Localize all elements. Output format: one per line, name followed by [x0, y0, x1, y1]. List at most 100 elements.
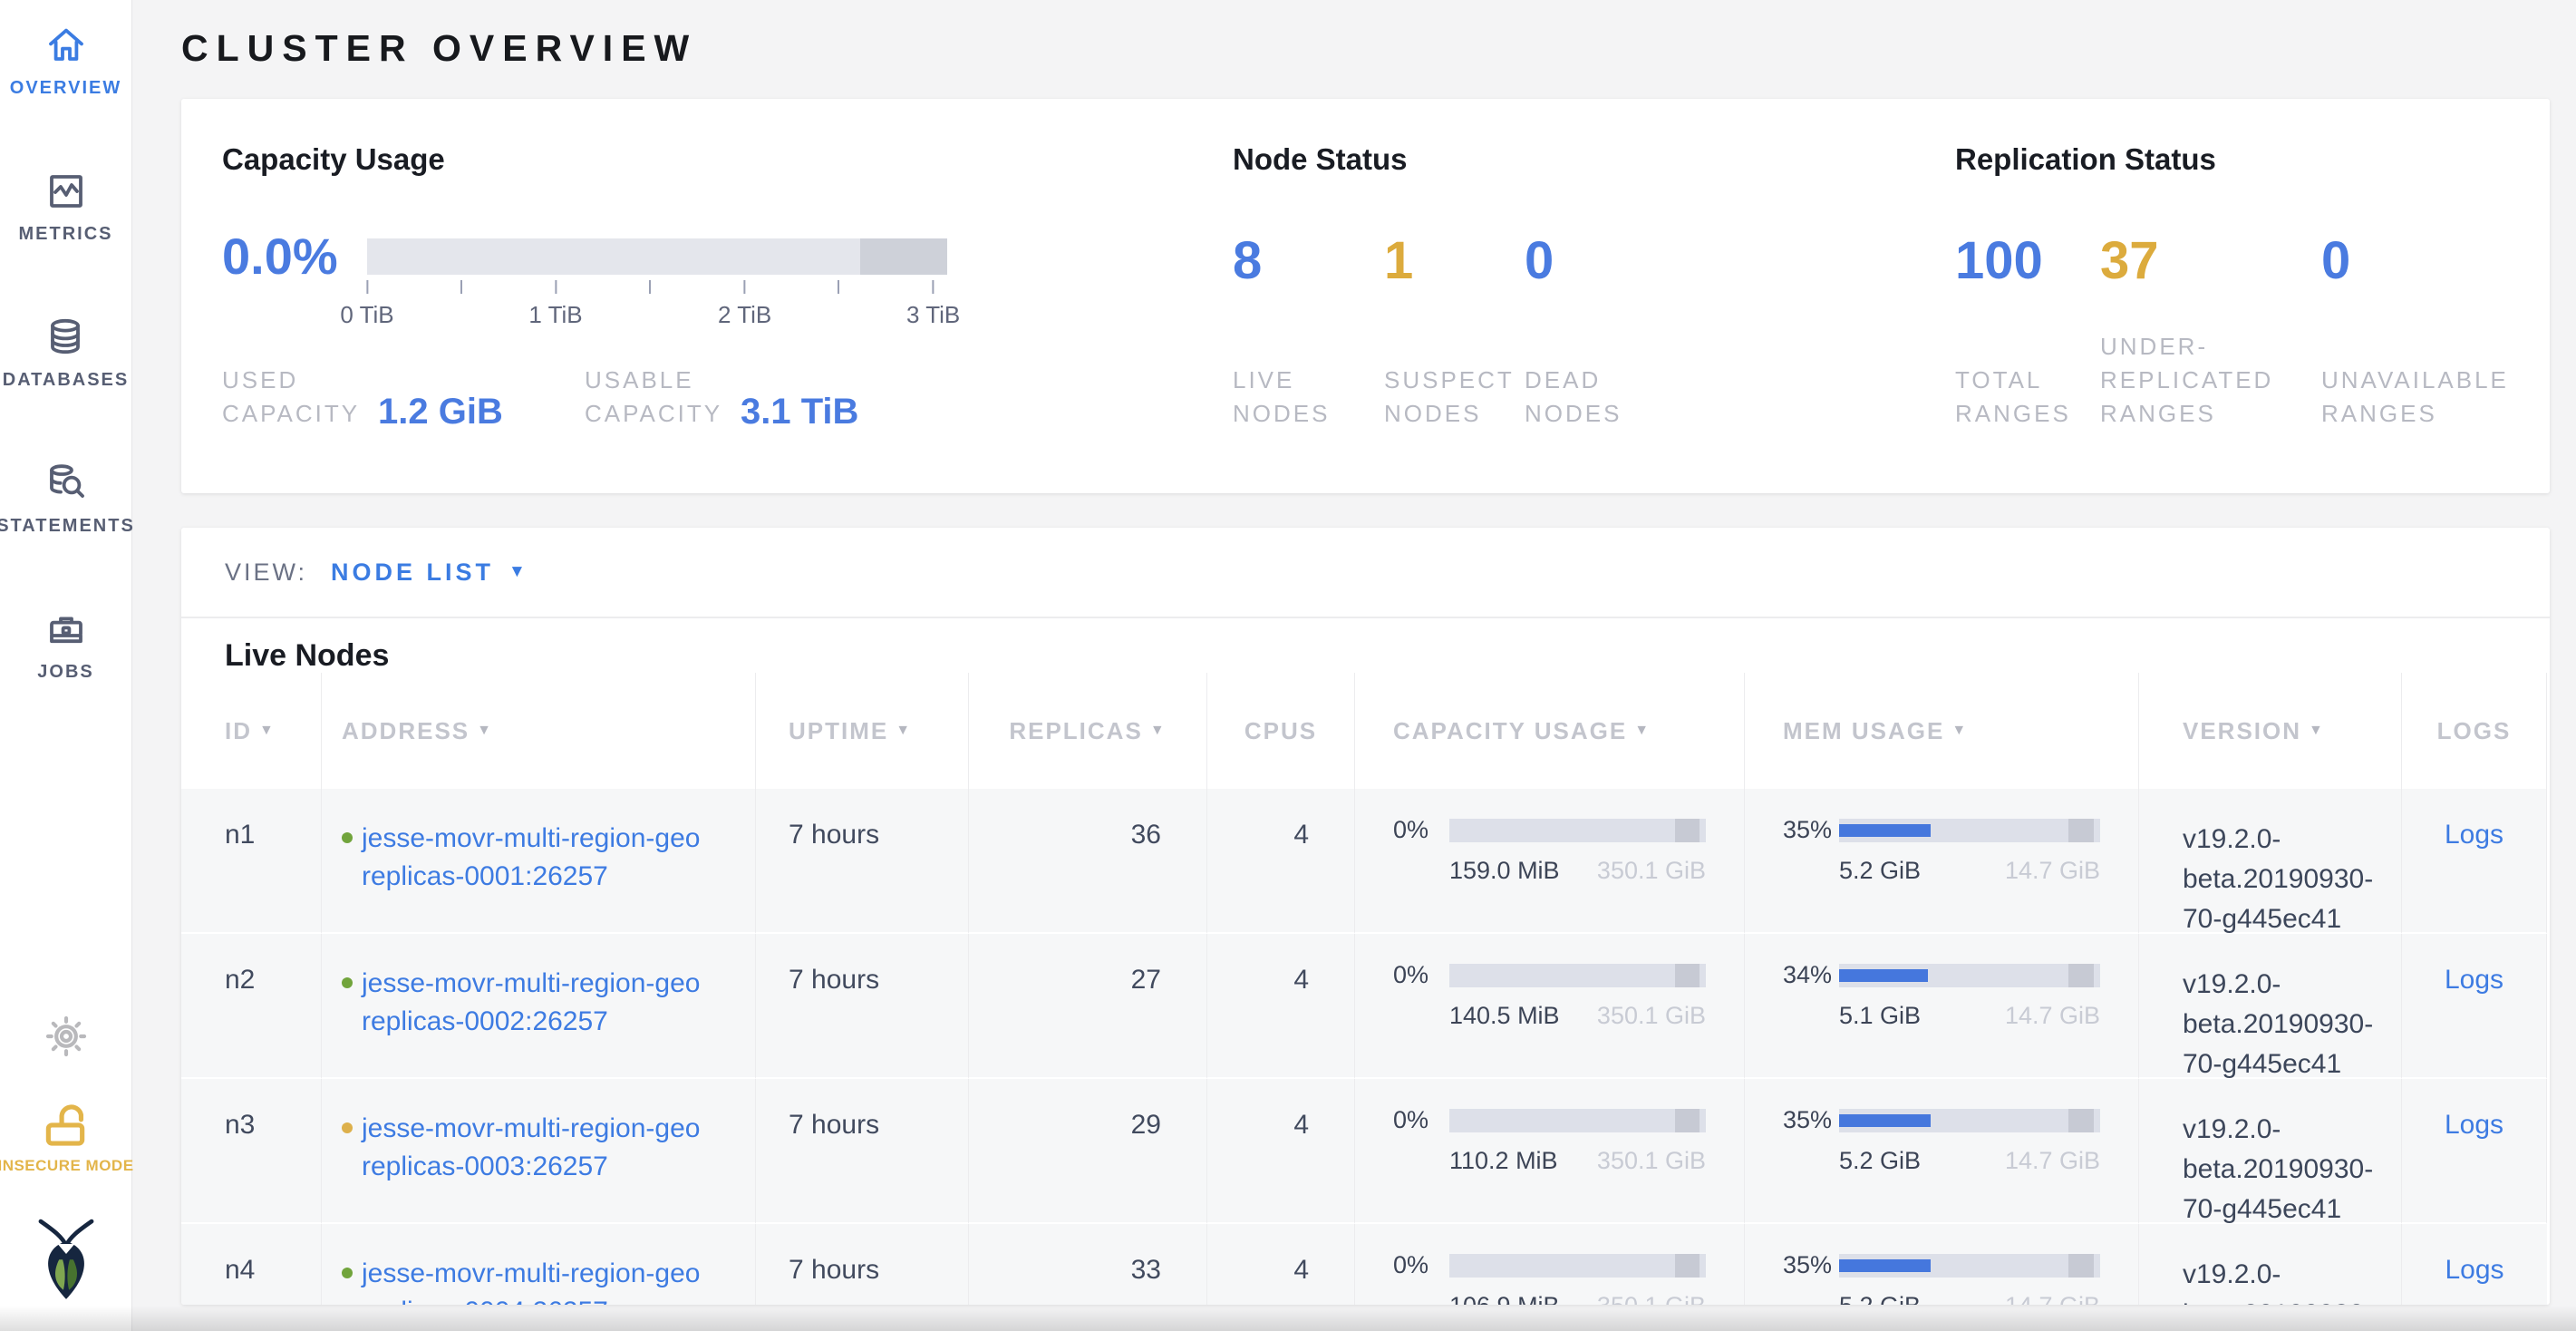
sidebar-item-jobs[interactable]: JOBS [37, 607, 93, 683]
sidebar-item-label: DATABASES [3, 370, 129, 391]
view-dropdown[interactable]: NODE LIST ▼ [331, 559, 526, 587]
gear-icon [44, 1014, 89, 1059]
node-address-cell: jesse-movr-multi-region-geo replicas-000… [322, 789, 756, 934]
statements-icon [44, 461, 88, 505]
live-nodes-stat: 8 LIVE NODES [1233, 227, 1384, 431]
mem-bar [1839, 964, 2100, 987]
node-capacity-cell: 0% 110.2 MiB350.1 GiB [1355, 1079, 1745, 1224]
logs-link[interactable]: Logs [2445, 820, 2503, 850]
usable-capacity-value: 3.1 TiB [741, 392, 858, 432]
usable-capacity-label: USABLE CAPACITY [585, 364, 741, 431]
node-cpus-cell: 4 [1207, 1079, 1355, 1224]
sidebar-item-label: JOBS [37, 662, 93, 683]
capacity-usage-title: Capacity Usage [222, 142, 947, 177]
node-status-dot [342, 1268, 353, 1278]
sidebar-item-label: METRICS [19, 224, 113, 245]
node-version-cell: v19.2.0- beta.20190930- 70-g445ec41 [2139, 1079, 2402, 1224]
capacity-bar [1449, 1254, 1706, 1278]
column-header-uptime[interactable]: UPTIME▼ [756, 673, 969, 789]
capacity-usage-section: Capacity Usage 0.0% 0 TiB 1 TiB 2 TiB [222, 142, 947, 493]
node-capacity-cell: 0% 159.0 MiB350.1 GiB [1355, 789, 1745, 934]
column-header-mem-usage[interactable]: MEM USAGE▼ [1745, 673, 2139, 789]
node-uptime-cell: 7 hours [756, 1079, 969, 1224]
sort-arrow-icon: ▼ [1150, 723, 1167, 739]
sidebar-item-statements[interactable]: STATEMENTS [0, 461, 135, 537]
insecure-mode-label: INSECURE MODE [0, 1157, 134, 1175]
node-mem-cell: 34% 5.1 GiB14.7 GiB [1745, 934, 2139, 1079]
insecure-mode-link[interactable]: INSECURE MODE [0, 1099, 134, 1175]
sort-arrow-icon: ▼ [477, 723, 493, 739]
live-nodes-heading: Live Nodes [181, 618, 2550, 673]
node-version-cell: v19.2.0- beta.20190930- 70-g445ec41 [2139, 934, 2402, 1079]
node-logs-cell: Logs [2402, 1224, 2547, 1305]
capacity-percent: 0.0% [222, 227, 367, 286]
sidebar-item-databases[interactable]: DATABASES [3, 316, 129, 391]
sort-arrow-icon: ▼ [1951, 723, 1968, 739]
logs-link[interactable]: Logs [2445, 965, 2503, 995]
node-id-cell: n2 [181, 934, 322, 1079]
node-replicas-cell: 29 [969, 1079, 1207, 1224]
sort-arrow-icon: ▼ [1634, 723, 1651, 739]
node-cpus-cell: 4 [1207, 789, 1355, 934]
column-header-capacity-usage[interactable]: CAPACITY USAGE▼ [1355, 673, 1745, 789]
node-address-cell: jesse-movr-multi-region-geo replicas-000… [322, 1224, 756, 1305]
node-mem-cell: 35% 5.2 GiB14.7 GiB [1745, 789, 2139, 934]
node-cpus-cell: 4 [1207, 934, 1355, 1079]
node-status-dot [342, 977, 353, 988]
view-label: VIEW: [225, 559, 307, 587]
logs-link[interactable]: Logs [2445, 1110, 2503, 1140]
sidebar-item-label: STATEMENTS [0, 516, 135, 537]
node-replicas-cell: 33 [969, 1224, 1207, 1305]
node-version-cell: v19.2.0- beta.20190930- 70-g445ec41 [2139, 1224, 2402, 1305]
live-nodes-table: ID▼ ADDRESS▼ UPTIME▼ REPLICAS▼ CPUS CAPA… [181, 673, 2550, 1305]
node-replicas-cell: 36 [969, 789, 1207, 934]
chevron-down-icon: ▼ [508, 562, 526, 582]
home-icon [44, 24, 88, 67]
suspect-nodes-stat: 1 SUSPECT NODES [1384, 227, 1525, 431]
logs-link[interactable]: Logs [2445, 1255, 2503, 1285]
node-logs-cell: Logs [2402, 934, 2547, 1079]
view-bar: VIEW: NODE LIST ▼ [181, 528, 2550, 618]
node-replicas-cell: 27 [969, 934, 1207, 1079]
node-cpus-cell: 4 [1207, 1224, 1355, 1305]
node-address-link[interactable]: jesse-movr-multi-region-geo replicas-000… [362, 1110, 700, 1222]
view-dropdown-value: NODE LIST [331, 559, 494, 587]
node-logs-cell: Logs [2402, 789, 2547, 934]
mem-bar [1839, 1109, 2100, 1132]
mem-bar [1839, 1254, 2100, 1278]
column-header-id[interactable]: ID▼ [181, 673, 322, 789]
replication-status-title: Replication Status [1955, 142, 2509, 177]
node-uptime-cell: 7 hours [756, 934, 969, 1079]
sidebar-item-label: OVERVIEW [10, 78, 121, 99]
node-capacity-cell: 0% 140.5 MiB350.1 GiB [1355, 934, 1745, 1079]
sidebar-item-overview[interactable]: OVERVIEW [10, 24, 121, 99]
used-capacity-value: 1.2 GiB [378, 392, 503, 432]
column-header-address[interactable]: ADDRESS▼ [322, 673, 756, 789]
capacity-gauge-ticks: 0 TiB 1 TiB 2 TiB 3 TiB [367, 280, 947, 335]
sort-arrow-icon: ▼ [896, 723, 912, 739]
node-status-dot [342, 832, 353, 843]
under-replicated-ranges-stat: 37 UNDER-REPLICATED RANGES [2100, 227, 2321, 431]
dead-nodes-stat: 0 DEAD NODES [1525, 227, 1740, 431]
replication-status-section: Replication Status 100 TOTAL RANGES 37 U… [1955, 142, 2509, 493]
unlock-icon [42, 1099, 91, 1148]
column-header-logs: LOGS [2402, 673, 2547, 789]
sidebar-item-metrics[interactable]: METRICS [19, 170, 113, 245]
settings-button[interactable] [44, 1014, 89, 1059]
sidebar: OVERVIEW METRICS DATABASES [0, 0, 132, 1331]
node-id-cell: n4 [181, 1224, 322, 1305]
node-address-link[interactable]: jesse-movr-multi-region-geo replicas-000… [362, 1255, 700, 1305]
capacity-gauge: 0 TiB 1 TiB 2 TiB 3 TiB [367, 238, 947, 275]
capacity-gauge-reserved-segment [860, 238, 947, 275]
cockroach-logo [31, 1217, 102, 1304]
column-header-version[interactable]: VERSION▼ [2139, 673, 2402, 789]
node-status-title: Node Status [1233, 142, 1740, 177]
sidebar-bottom: INSECURE MODE [0, 1014, 134, 1304]
usable-capacity-stat: USABLE CAPACITY 3.1 TiB [585, 364, 947, 431]
used-capacity-stat: USED CAPACITY 1.2 GiB [222, 364, 585, 431]
capacity-bar [1449, 1109, 1706, 1132]
unavailable-ranges-stat: 0 UNAVAILABLE RANGES [2321, 227, 2509, 431]
node-address-link[interactable]: jesse-movr-multi-region-geo replicas-000… [362, 965, 700, 1077]
node-address-link[interactable]: jesse-movr-multi-region-geo replicas-000… [362, 820, 700, 932]
column-header-replicas[interactable]: REPLICAS▼ [969, 673, 1207, 789]
